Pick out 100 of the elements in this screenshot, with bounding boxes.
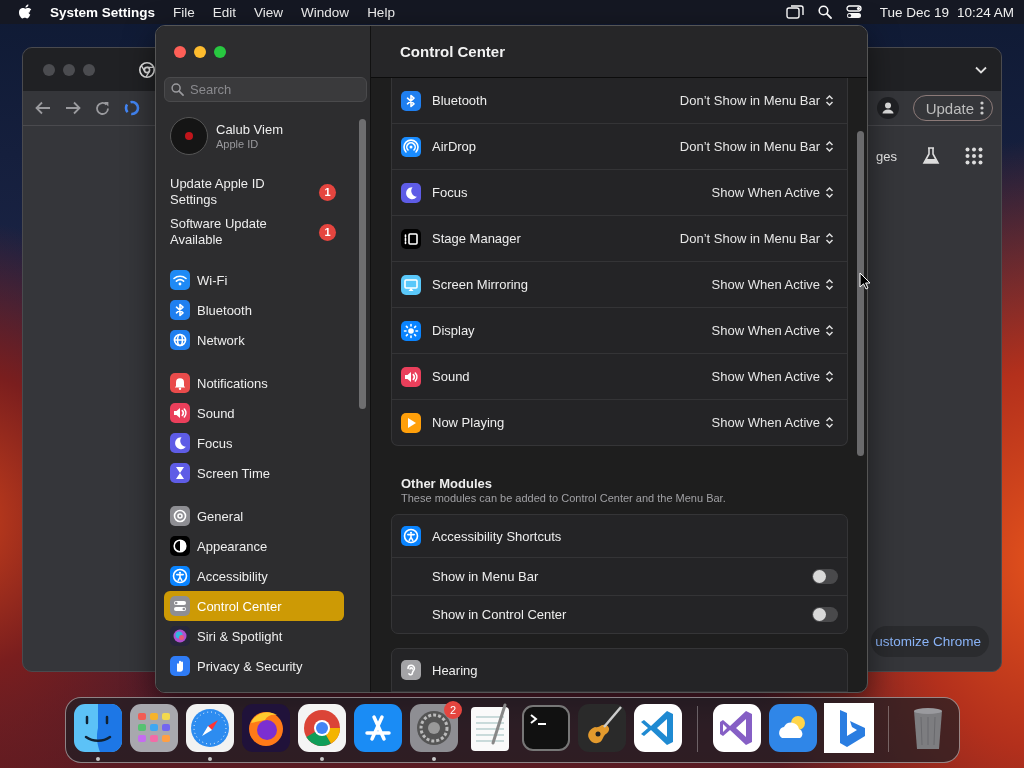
screen-icon	[401, 274, 421, 295]
airdrop-icon	[401, 136, 421, 157]
scrollbar-thumb[interactable]	[359, 119, 366, 409]
dropdown[interactable]: Show When Active	[711, 369, 834, 384]
sidebar-item[interactable]: Privacy & Security	[164, 651, 344, 681]
toggle-switch[interactable]	[812, 569, 838, 584]
customize-button[interactable]: ustomize Chrome	[871, 626, 989, 657]
stepper-icon	[825, 140, 834, 153]
stepper-icon	[825, 278, 834, 291]
reload-icon[interactable]	[95, 100, 110, 116]
option-label: Show in Control Center	[432, 607, 568, 622]
toggles-icon[interactable]	[845, 5, 862, 19]
play-icon	[401, 412, 421, 433]
dropdown[interactable]: Show When Active	[711, 323, 834, 338]
compass-icon[interactable]	[185, 703, 235, 753]
bluetooth-icon	[401, 90, 421, 111]
bell-icon	[170, 373, 190, 393]
stepper-icon	[825, 324, 834, 337]
search-field[interactable]: Search	[164, 77, 367, 102]
moon-icon	[170, 433, 190, 453]
sidebar-item[interactable]: Siri & Spotlight	[164, 621, 344, 651]
minimize-button[interactable]	[194, 45, 206, 58]
menu-item[interactable]: View	[254, 4, 284, 20]
sidebar-item[interactable]: Sound	[164, 398, 344, 428]
sidebar-item[interactable]: General	[164, 501, 344, 531]
dropdown[interactable]: Don’t Show in Menu Bar	[679, 93, 834, 108]
sidebar-item[interactable]: Bluetooth	[164, 295, 344, 325]
link-text[interactable]: ges	[876, 148, 897, 164]
module-label: AirDrop	[432, 139, 478, 154]
sidebar-item[interactable]: Appearance	[164, 531, 344, 561]
account-subtitle: Apple ID	[216, 138, 260, 150]
app-menu[interactable]: System Settings	[50, 4, 156, 20]
sidebar-item[interactable]: Focus	[164, 428, 344, 458]
apps-grid-icon[interactable]	[965, 147, 983, 165]
sidebar-item[interactable]: Accessibility	[164, 561, 344, 591]
code-editor-icon[interactable]	[633, 703, 683, 753]
toggles-icon	[170, 596, 190, 616]
windows-icon[interactable]	[785, 5, 804, 19]
half-circle-icon	[170, 536, 190, 556]
menu-bar-clock[interactable]: 10:24 AM	[956, 4, 1014, 20]
option-label: Show in Menu Bar	[432, 569, 540, 584]
count-badge: 1	[319, 183, 336, 201]
sidebar-item[interactable]: Screen Time	[164, 458, 344, 488]
notification-badge: 2	[444, 701, 462, 719]
dropdown[interactable]: Don’t Show in Menu Bar	[679, 231, 834, 246]
avatar-icon[interactable]	[170, 117, 208, 155]
ide-icon[interactable]	[712, 703, 762, 753]
stepper-icon	[825, 186, 834, 199]
cloud-sun-icon[interactable]	[768, 703, 818, 753]
module-label: Hearing	[432, 662, 479, 678]
dropdown[interactable]: Show When Active	[711, 415, 834, 430]
chevron-down-icon[interactable]	[975, 65, 987, 74]
b-logo-icon[interactable]	[824, 703, 874, 753]
speaker-icon	[401, 366, 421, 387]
moon-icon	[401, 182, 421, 203]
dropdown[interactable]: Don’t Show in Menu Bar	[679, 139, 834, 154]
chrome-logo-icon[interactable]	[139, 61, 155, 78]
accessibility-icon	[170, 566, 190, 586]
menu-item[interactable]: Help	[367, 4, 395, 20]
app-grid-icon[interactable]	[129, 703, 179, 753]
ear-icon	[401, 660, 421, 680]
close-button[interactable]	[174, 45, 186, 58]
zoom-button[interactable]	[214, 45, 226, 58]
alert-item[interactable]: Software Update Available	[170, 216, 290, 248]
bluetooth-icon	[170, 300, 190, 320]
sidebar-item[interactable]: Network	[164, 325, 344, 355]
forward-arrow-icon[interactable]	[65, 101, 81, 115]
stepper-icon	[825, 370, 834, 383]
module-label: Now Playing	[432, 415, 506, 430]
more-dots-icon	[980, 101, 984, 115]
menu-item[interactable]: Edit	[212, 4, 237, 20]
sidebar-item[interactable]: Notifications	[164, 368, 344, 398]
terminal-icon[interactable]	[521, 703, 571, 753]
apple-logo-icon[interactable]	[18, 4, 32, 20]
module-label: Sound	[432, 369, 471, 384]
toggle-switch[interactable]	[812, 607, 838, 622]
section-title: Other Modules	[401, 476, 493, 491]
account-name[interactable]: Calub Viem	[216, 122, 283, 137]
pointer-cursor-icon	[859, 272, 871, 290]
menu-bar-date[interactable]: Tue Dec 19	[879, 4, 949, 20]
flask-icon[interactable]	[921, 146, 941, 166]
menu-item[interactable]: File	[173, 4, 195, 20]
back-arrow-icon[interactable]	[35, 101, 51, 115]
speaker-icon	[170, 403, 190, 423]
module-label: Accessibility Shortcuts	[432, 528, 563, 544]
app-store-icon[interactable]	[353, 703, 403, 753]
window-icon	[401, 228, 421, 249]
gear-icon[interactable]	[409, 703, 459, 753]
dropdown[interactable]: Show When Active	[711, 185, 834, 200]
module-label: Screen Mirroring	[432, 277, 530, 292]
finder-face-icon[interactable]	[73, 703, 123, 753]
dropdown[interactable]: Show When Active	[711, 277, 834, 292]
scrollbar-thumb[interactable]	[857, 131, 864, 456]
alert-item[interactable]: Update Apple ID Settings	[170, 176, 290, 208]
profile-icon[interactable]	[876, 97, 899, 119]
search-icon[interactable]	[817, 5, 832, 19]
guitar-icon[interactable]	[577, 703, 627, 753]
menu-item[interactable]: Window	[301, 4, 350, 20]
module-label: Bluetooth	[432, 93, 488, 108]
sidebar-item[interactable]: Wi-Fi	[164, 265, 344, 295]
